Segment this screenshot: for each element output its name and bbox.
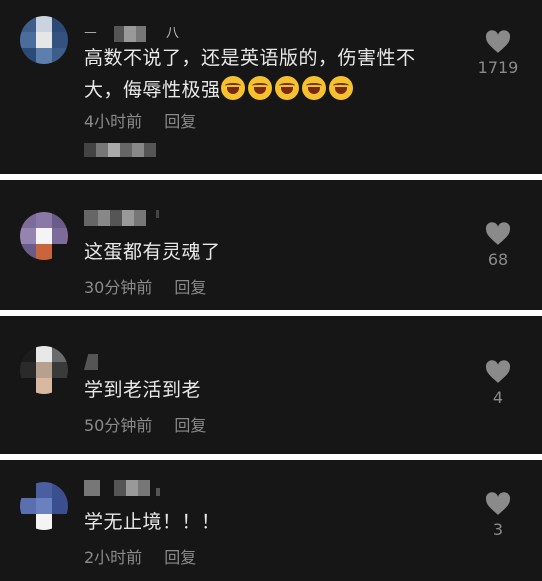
username-blurred[interactable] — [84, 480, 160, 496]
like-button[interactable]: 68 — [468, 222, 528, 269]
heart-icon — [485, 222, 511, 245]
comment-text: 高数不说了，还是英语版的，伤害性不大，侮辱性极强 — [84, 47, 416, 101]
username-blurred[interactable] — [84, 354, 98, 370]
timestamp: 30分钟前 — [84, 278, 153, 297]
avatar[interactable] — [20, 212, 68, 260]
reply-count-blurred[interactable] — [84, 143, 156, 157]
comment-text: 这蛋都有灵魂了 — [84, 241, 221, 263]
like-button[interactable]: 4 — [468, 360, 528, 407]
timestamp: 50分钟前 — [84, 416, 153, 435]
like-count: 4 — [492, 388, 504, 407]
like-count: 1719 — [477, 58, 519, 77]
reply-button[interactable]: 回复 — [174, 274, 206, 298]
comment-card-4: 学无止境！！！ 2小时前 回复 3 — [0, 460, 542, 581]
comment-meta: 50分钟前 回复 — [84, 412, 206, 436]
reply-button[interactable]: 回复 — [174, 412, 206, 436]
username-blurred[interactable]: ㅡ 八 — [84, 26, 182, 42]
laughing-crying-emoji-icon — [274, 76, 299, 100]
heart-icon — [485, 30, 511, 53]
comment-meta: 2小时前 回复 — [84, 544, 196, 568]
like-count: 3 — [492, 520, 504, 539]
timestamp: 2小时前 — [84, 548, 143, 567]
comment-text: 学到老活到老 — [84, 379, 202, 401]
like-count: 68 — [487, 250, 509, 269]
avatar[interactable] — [20, 482, 68, 530]
heart-icon — [485, 492, 511, 515]
reply-button[interactable]: 回复 — [164, 544, 196, 568]
reply-button[interactable]: 回复 — [164, 108, 196, 132]
laughing-crying-emoji-icon — [301, 76, 326, 100]
laughing-crying-emoji-icon — [220, 76, 245, 100]
username-blurred[interactable] — [84, 210, 159, 226]
like-button[interactable]: 1719 — [468, 30, 528, 77]
heart-icon — [485, 360, 511, 383]
comment-card-3: 学到老活到老 50分钟前 回复 4 — [0, 316, 542, 454]
comment-text: 学无止境！！！ — [84, 511, 221, 533]
laughing-crying-emoji-icon — [328, 76, 353, 100]
comment-card-1: ㅡ 八 高数不说了，还是英语版的，伤害性不大，侮辱性极强 4小时前 回复 171… — [0, 0, 542, 174]
avatar[interactable] — [20, 16, 68, 64]
like-button[interactable]: 3 — [468, 492, 528, 539]
comment-card-2: 这蛋都有灵魂了 30分钟前 回复 68 — [0, 180, 542, 310]
comment-meta: 4小时前 回复 — [84, 108, 196, 132]
timestamp: 4小时前 — [84, 112, 143, 131]
avatar[interactable] — [20, 346, 68, 394]
laughing-crying-emoji-icon — [247, 76, 272, 100]
comment-meta: 30分钟前 回复 — [84, 274, 206, 298]
